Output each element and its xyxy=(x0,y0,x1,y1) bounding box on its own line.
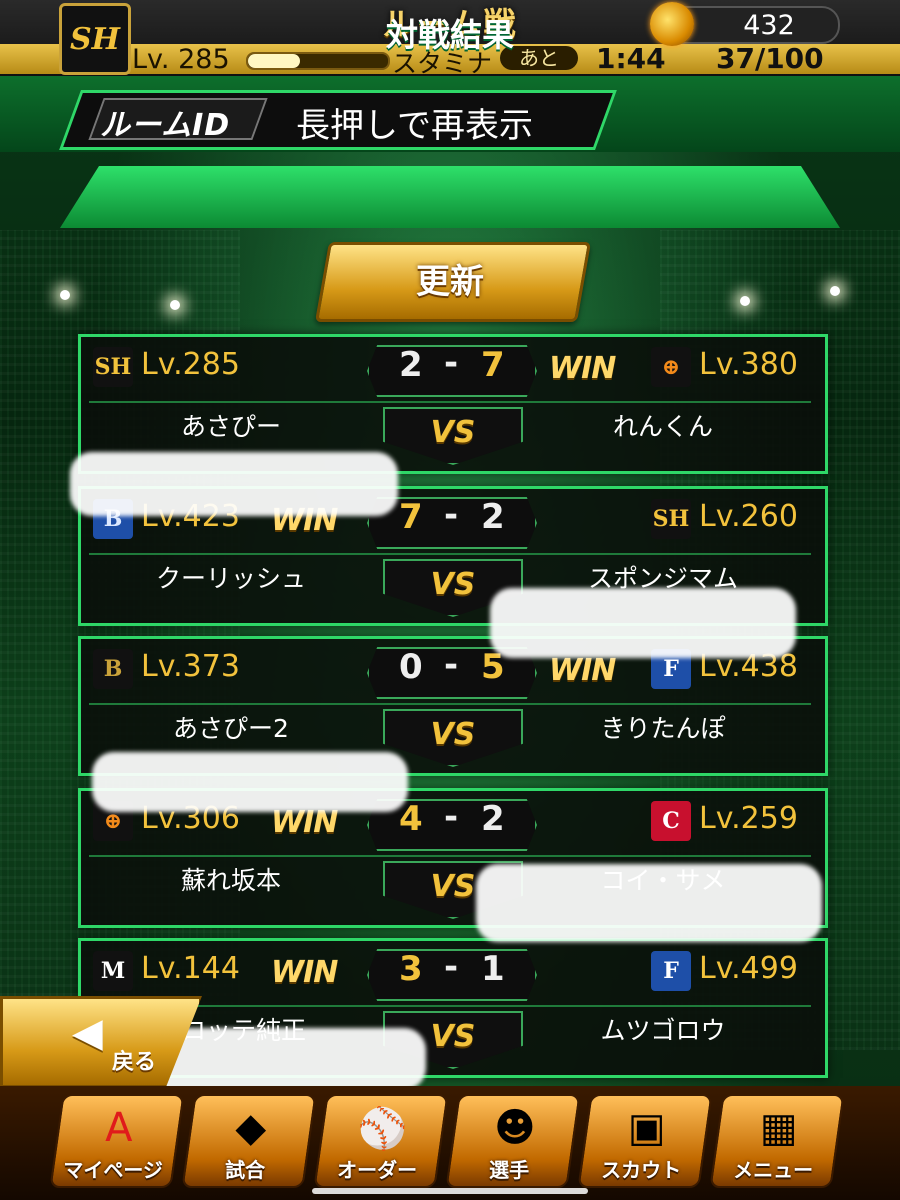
win-label: WIN xyxy=(271,955,338,990)
win-label: WIN xyxy=(549,351,616,386)
score-separator: - xyxy=(443,797,459,837)
team-logo-icon: F xyxy=(651,951,691,991)
vs-plate: VS xyxy=(383,709,523,767)
bottom-nav: A マイページ ◆ 試合 ⚾ オーダー ☻ 選手 ▣ スカウト ▦ メニュー xyxy=(0,1086,900,1200)
order-icon: ⚾ xyxy=(357,1105,408,1152)
nav-item-2[interactable]: ◆ 試合 xyxy=(181,1094,317,1188)
left-player-name: クーリッシュ xyxy=(155,564,306,593)
nav-item-1[interactable]: A マイページ xyxy=(49,1094,185,1188)
score-left: 3 xyxy=(399,949,423,989)
right-player-name: きりたんぽ xyxy=(600,714,726,743)
team-logo-icon: SH xyxy=(93,347,133,387)
score-separator: - xyxy=(443,645,459,685)
score-right: 2 xyxy=(481,497,505,537)
team-logo-icon: B xyxy=(93,649,133,689)
right-player-level: Lv.259 xyxy=(699,801,798,836)
stadium-light xyxy=(740,296,750,306)
card-divider xyxy=(89,703,811,705)
menu-icon: ▦ xyxy=(759,1105,798,1151)
team-logo-icon: C xyxy=(651,801,691,841)
team-logo-icon: SH xyxy=(651,499,691,539)
nav-item-5[interactable]: ▣ スカウト xyxy=(577,1094,713,1188)
back-arrow-icon: ◀ xyxy=(72,1010,103,1056)
vs-label: VS xyxy=(430,717,476,752)
results-header xyxy=(60,166,840,228)
vs-plate: VS xyxy=(383,407,523,465)
nav-label: 選手 xyxy=(489,1158,530,1182)
nav-item-3[interactable]: ⚾ オーダー xyxy=(313,1094,449,1188)
scout-card-icon: ▣ xyxy=(627,1105,666,1151)
stadium-light xyxy=(60,290,70,300)
results-title: 対戦結果 xyxy=(385,16,514,54)
score-left: 7 xyxy=(399,497,423,537)
right-player-level: Lv.499 xyxy=(699,951,798,986)
right-player-level: Lv.380 xyxy=(699,347,798,382)
back-button-label: 戻る xyxy=(112,1050,157,1075)
left-player-level: Lv.144 xyxy=(141,951,240,986)
stadium-light xyxy=(830,286,840,296)
nav-label: メニュー xyxy=(733,1158,814,1182)
score-right: 2 xyxy=(481,799,505,839)
nav-label: 試合 xyxy=(225,1158,266,1182)
redaction-smear xyxy=(92,752,408,812)
stadium-icon: ◆ xyxy=(235,1105,267,1151)
app-screen: Lv. 285 スタミナ あと 1:44 37/100 SH ルーム戦 432 … xyxy=(0,0,900,1200)
score-right: 1 xyxy=(481,949,505,989)
left-player-level: Lv.373 xyxy=(141,649,240,684)
left-player-name: あさぴー2 xyxy=(173,714,289,743)
left-player-level: Lv.285 xyxy=(141,347,240,382)
refresh-button[interactable] xyxy=(314,242,592,322)
left-player-name: あさぴー xyxy=(180,412,281,441)
right-player-name: れんくん xyxy=(612,412,713,441)
score-separator: - xyxy=(443,343,459,383)
room-id-hint: 長押しで再表示 xyxy=(296,106,533,146)
nav-label: マイページ xyxy=(63,1158,163,1182)
team-logo-icon: ⊕ xyxy=(651,347,691,387)
left-player-name: 蘇れ坂本 xyxy=(180,866,281,895)
score-separator: - xyxy=(443,947,459,987)
stadium-light xyxy=(170,300,180,310)
vs-label: VS xyxy=(430,415,476,450)
score-right: 7 xyxy=(481,345,505,385)
nav-label: スカウト xyxy=(601,1158,682,1182)
card-divider xyxy=(89,553,811,555)
team-logo-icon: M xyxy=(93,951,133,991)
card-divider xyxy=(89,401,811,403)
right-player-name: ムツゴロウ xyxy=(600,1016,726,1045)
room-id-label: ルームID xyxy=(100,108,231,143)
score-left: 0 xyxy=(399,647,423,687)
nav-item-4[interactable]: ☻ 選手 xyxy=(445,1094,581,1188)
stamina-bar-fill xyxy=(248,54,300,68)
redaction-smear xyxy=(70,452,398,516)
card-divider xyxy=(89,855,811,857)
mypage-icon: A xyxy=(105,1105,133,1151)
right-player-level: Lv.260 xyxy=(699,499,798,534)
player-icon: ☻ xyxy=(493,1105,536,1151)
redaction-smear xyxy=(476,864,822,942)
score-left: 4 xyxy=(399,799,423,839)
score-left: 2 xyxy=(399,345,423,385)
room-id-bar: ルームID 長押しで再表示 xyxy=(0,76,900,152)
home-indicator xyxy=(312,1188,588,1194)
nav-label: オーダー xyxy=(337,1158,418,1182)
redaction-smear xyxy=(490,588,796,658)
nav-item-6[interactable]: ▦ メニュー xyxy=(709,1094,845,1188)
score-separator: - xyxy=(443,495,459,535)
win-label: WIN xyxy=(549,653,616,688)
